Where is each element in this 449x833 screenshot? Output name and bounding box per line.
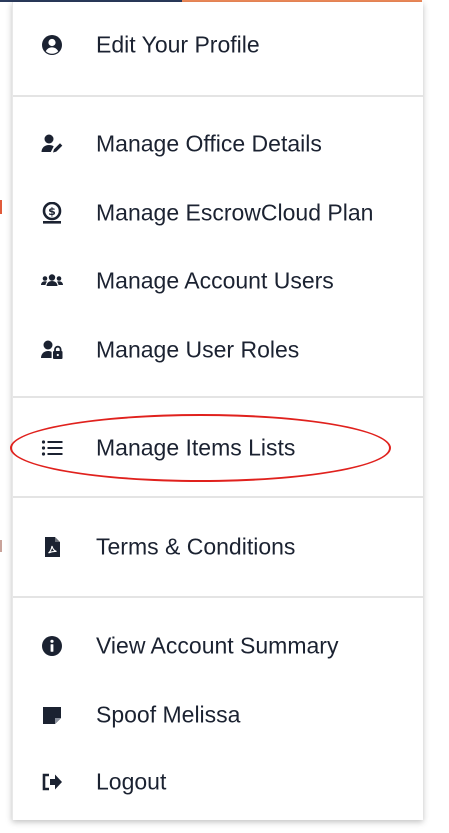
menu-divider bbox=[13, 496, 423, 498]
menu-item-logout[interactable]: Logout bbox=[13, 755, 423, 809]
user-lock-icon bbox=[41, 339, 63, 361]
pdf-file-icon bbox=[41, 536, 63, 558]
user-edit-icon bbox=[41, 133, 63, 155]
menu-item-manage-office-details[interactable]: Manage Office Details bbox=[13, 117, 423, 171]
menu-item-edit-profile[interactable]: Edit Your Profile bbox=[13, 18, 423, 72]
user-circle-icon bbox=[41, 34, 63, 56]
menu-divider bbox=[13, 95, 423, 97]
menu-item-label: Manage EscrowCloud Plan bbox=[96, 199, 374, 226]
menu-item-label: Spoof Melissa bbox=[96, 701, 241, 728]
menu-item-spoof-melissa[interactable]: Spoof Melissa bbox=[13, 688, 423, 742]
menu-item-label: Manage User Roles bbox=[96, 336, 300, 363]
menu-divider bbox=[13, 596, 423, 598]
menu-item-label: Terms & Conditions bbox=[96, 533, 296, 560]
menu-item-label: Logout bbox=[96, 768, 167, 795]
svg-text:$: $ bbox=[48, 205, 56, 218]
menu-item-terms-conditions[interactable]: Terms & Conditions bbox=[13, 520, 423, 574]
menu-item-view-account-summary[interactable]: View Account Summary bbox=[13, 619, 423, 673]
menu-item-label: Manage Items Lists bbox=[96, 434, 296, 461]
plan-coin-icon: $ bbox=[41, 202, 63, 224]
menu-item-label: Manage Office Details bbox=[96, 130, 322, 157]
menu-item-label: View Account Summary bbox=[96, 632, 339, 659]
background-edge-mark bbox=[0, 200, 2, 214]
account-dropdown-menu: Edit Your Profile Manage Office Details … bbox=[12, 2, 423, 820]
list-icon bbox=[41, 437, 63, 459]
menu-item-manage-escrowcloud-plan[interactable]: $ Manage EscrowCloud Plan bbox=[13, 186, 423, 240]
menu-divider bbox=[13, 396, 423, 398]
background-edge-mark bbox=[0, 540, 2, 552]
info-circle-icon bbox=[41, 635, 63, 657]
menu-item-manage-user-roles[interactable]: Manage User Roles bbox=[13, 323, 423, 377]
sign-out-icon bbox=[41, 771, 63, 793]
sticky-note-icon bbox=[41, 704, 63, 726]
menu-item-label: Edit Your Profile bbox=[96, 31, 260, 58]
menu-item-manage-items-lists[interactable]: Manage Items Lists bbox=[13, 421, 423, 475]
users-icon bbox=[41, 270, 63, 292]
menu-item-label: Manage Account Users bbox=[96, 267, 334, 294]
menu-item-manage-account-users[interactable]: Manage Account Users bbox=[13, 254, 423, 308]
